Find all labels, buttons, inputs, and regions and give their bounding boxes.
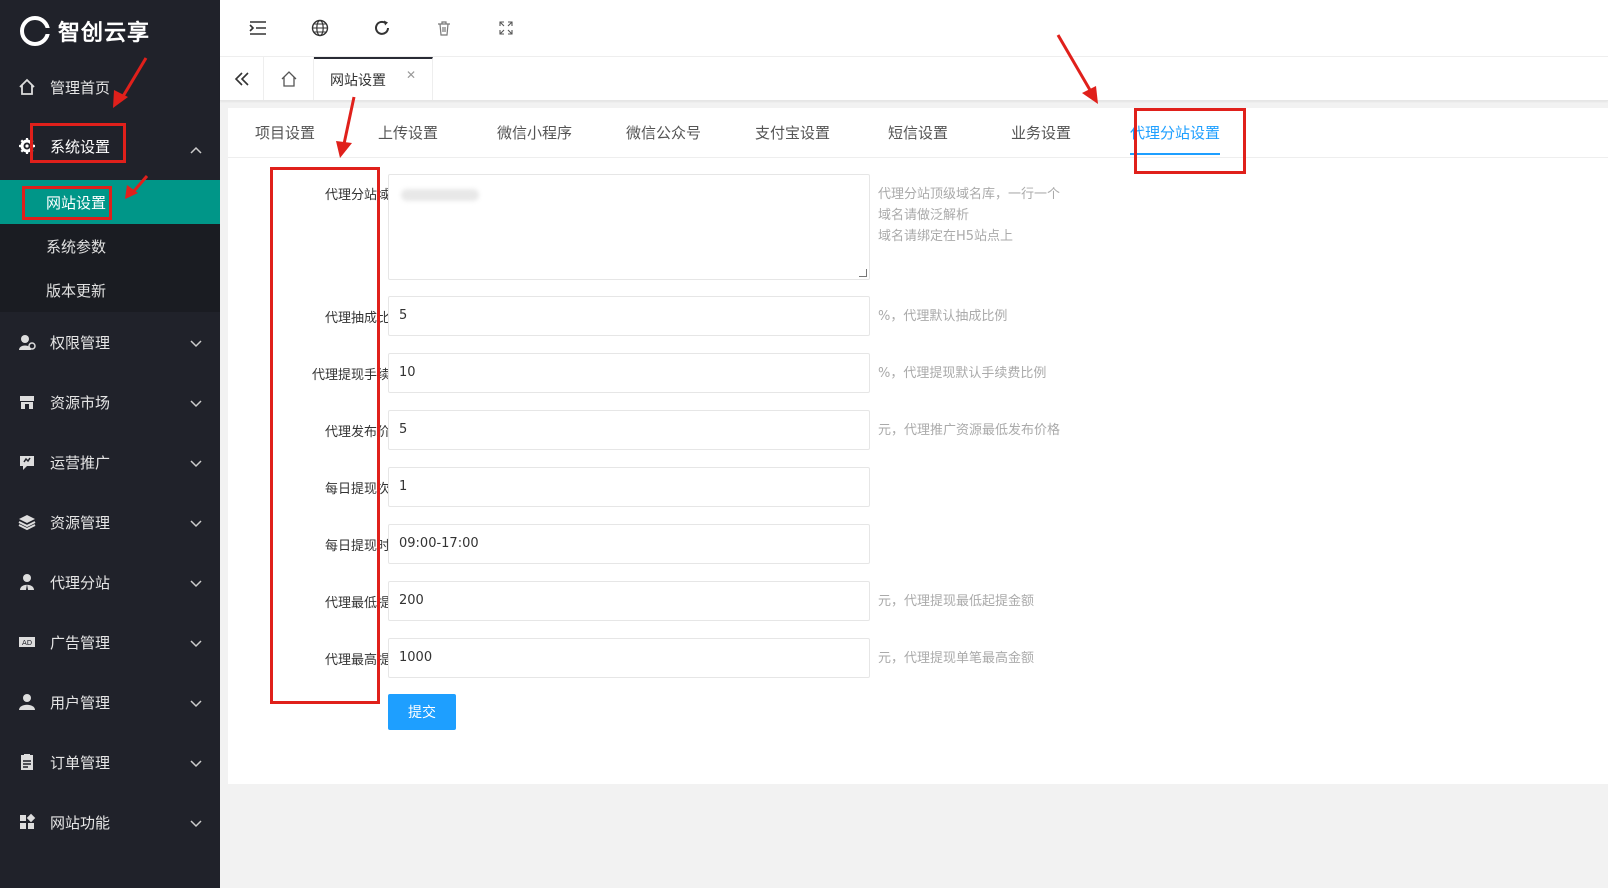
annotation-arrows [113, 34, 1098, 199]
